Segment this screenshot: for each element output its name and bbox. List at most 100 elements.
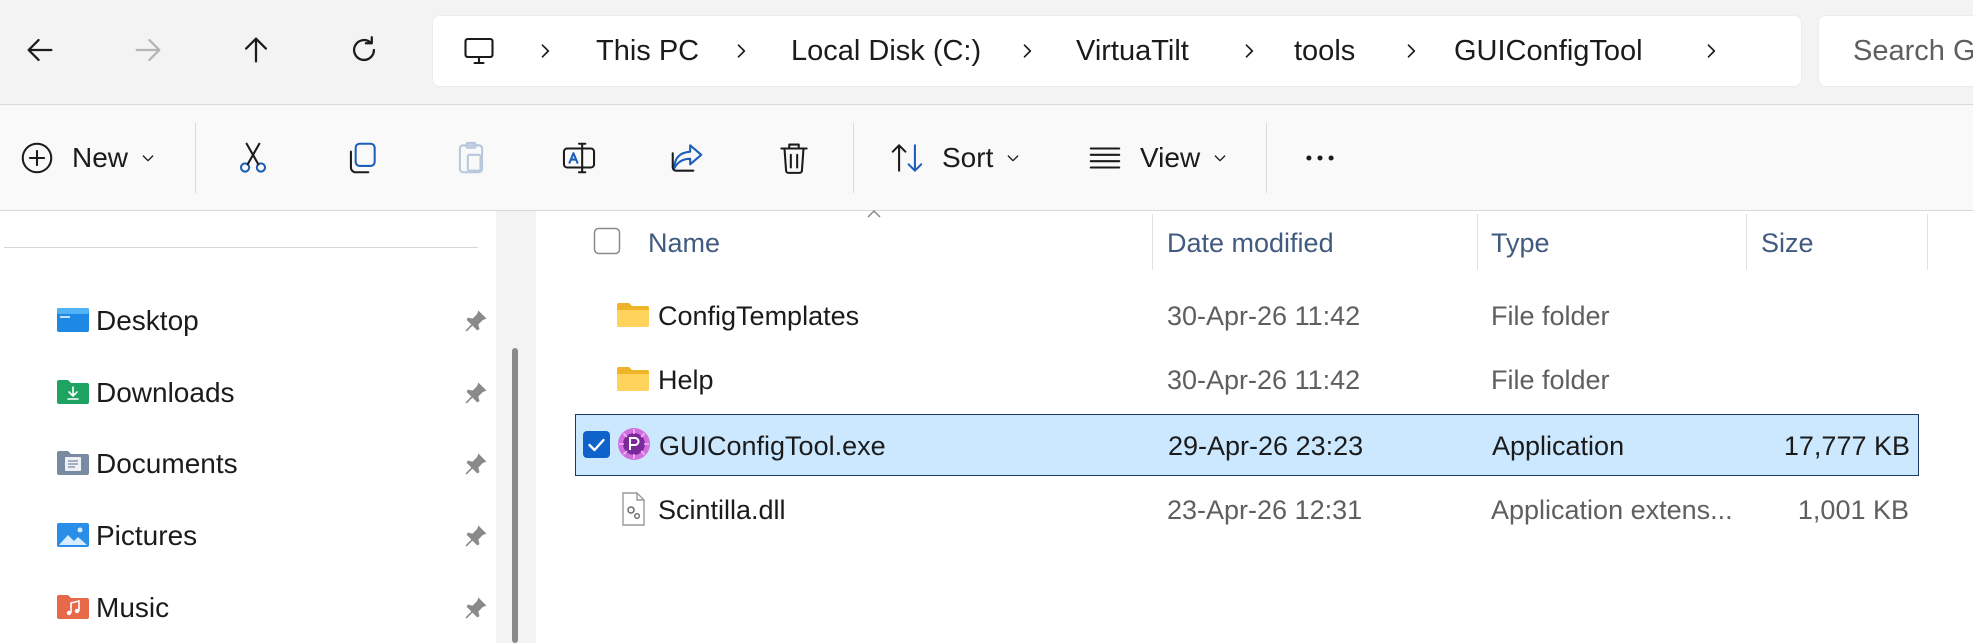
table-row[interactable]: ConfigTemplates 30-Apr-26 11:42 File fol… xyxy=(575,285,1919,347)
sidebar-item-desktop[interactable]: Desktop xyxy=(56,291,496,351)
sidebar-item-music[interactable]: Music xyxy=(56,578,496,638)
chevron-down-icon xyxy=(142,154,154,161)
chevron-right-icon[interactable] xyxy=(1701,16,1721,86)
pin-icon[interactable] xyxy=(462,522,490,550)
back-button[interactable] xyxy=(2,10,78,90)
file-type: Application xyxy=(1492,431,1625,461)
file-date-modified: 30-Apr-26 11:42 xyxy=(1167,365,1361,395)
plus-circle-icon xyxy=(21,142,53,173)
cut-button[interactable] xyxy=(234,105,272,210)
sort-label: Sort xyxy=(942,141,994,173)
pictures-folder-icon xyxy=(57,523,89,547)
breadcrumb-tools[interactable]: tools xyxy=(1294,16,1355,86)
file-size: 17,777 KB xyxy=(1783,431,1910,461)
column-separator[interactable] xyxy=(1477,214,1478,270)
breadcrumb-local-disk[interactable]: Local Disk (C:) xyxy=(791,16,981,86)
chevron-right-icon[interactable] xyxy=(731,16,751,86)
sort-button[interactable]: Sort xyxy=(888,105,1021,210)
command-bar: New Sort View xyxy=(0,105,1973,211)
more-dots-icon xyxy=(1306,154,1334,161)
column-separator[interactable] xyxy=(1152,214,1153,270)
file-date-modified: 30-Apr-26 11:42 xyxy=(1167,301,1361,331)
pin-icon[interactable] xyxy=(462,594,490,622)
folder-icon xyxy=(617,303,649,327)
table-row[interactable]: Help 30-Apr-26 11:42 File folder xyxy=(575,349,1919,411)
column-separator[interactable] xyxy=(1746,214,1747,270)
file-name: Help xyxy=(658,365,714,395)
forward-arrow-icon xyxy=(135,38,161,62)
file-type: File folder xyxy=(1491,301,1610,331)
new-button[interactable]: New xyxy=(18,105,156,210)
this-pc-computer-icon[interactable] xyxy=(461,16,497,86)
file-name: ConfigTemplates xyxy=(658,301,860,331)
breadcrumb-this-pc[interactable]: This PC xyxy=(596,16,699,86)
copy-button[interactable] xyxy=(343,105,381,210)
command-separator xyxy=(853,123,854,193)
chevron-right-icon[interactable] xyxy=(535,16,555,86)
table-row-selected[interactable]: GUIConfigTool.exe 29-Apr-26 23:23 Applic… xyxy=(575,414,1919,476)
chevron-down-icon xyxy=(1008,154,1019,161)
sidebar-item-pictures[interactable]: Pictures xyxy=(56,506,496,566)
documents-folder-icon xyxy=(57,451,89,475)
chevron-right-icon[interactable] xyxy=(1239,16,1259,86)
column-header-date-modified[interactable]: Date modified xyxy=(1167,211,1334,275)
breadcrumb-guiconfigtool[interactable]: GUIConfigTool xyxy=(1454,16,1643,86)
app-icon xyxy=(618,428,650,460)
refresh-button[interactable] xyxy=(326,10,402,90)
column-header-type[interactable]: Type xyxy=(1491,211,1550,275)
file-name: Scintilla.dll xyxy=(658,495,786,525)
select-all-checkbox[interactable] xyxy=(593,227,623,257)
sidebar-item-documents[interactable]: Documents xyxy=(56,434,496,494)
file-size: 1,001 KB xyxy=(1797,495,1909,525)
more-options-button[interactable] xyxy=(1301,105,1339,210)
sidebar-item-label: Desktop xyxy=(96,305,199,336)
column-separator[interactable] xyxy=(1927,214,1928,270)
view-label: View xyxy=(1140,141,1201,173)
file-date-modified: 23-Apr-26 12:31 xyxy=(1167,495,1363,525)
search-placeholder: Search G xyxy=(1853,35,1973,67)
chevron-right-icon[interactable] xyxy=(1401,16,1421,86)
file-date-modified: 29-Apr-26 23:23 xyxy=(1168,431,1364,461)
share-button[interactable] xyxy=(668,105,706,210)
scissors-icon xyxy=(239,142,267,173)
chevron-right-icon[interactable] xyxy=(1017,16,1037,86)
column-header-name[interactable]: Name xyxy=(648,211,720,275)
address-bar[interactable]: This PC Local Disk (C:) VirtuaTilt tools… xyxy=(432,15,1802,87)
breadcrumb-virtuatilt[interactable]: VirtuaTilt xyxy=(1076,16,1189,86)
sidebar-item-downloads[interactable]: Downloads xyxy=(56,363,496,423)
downloads-folder-icon xyxy=(57,380,89,404)
desktop-folder-icon xyxy=(57,308,89,332)
back-arrow-icon xyxy=(27,38,53,62)
file-type: File folder xyxy=(1491,365,1610,395)
sidebar-scrollbar-thumb[interactable] xyxy=(512,348,518,643)
view-button[interactable]: View xyxy=(1086,105,1228,210)
up-button[interactable] xyxy=(218,10,294,90)
command-separator xyxy=(195,123,196,193)
music-folder-icon xyxy=(57,595,89,619)
refresh-icon xyxy=(352,36,376,62)
search-input[interactable]: Search G xyxy=(1818,15,1973,87)
clipboard-icon xyxy=(458,141,484,173)
rename-button[interactable] xyxy=(560,105,598,210)
row-checkbox-checked[interactable] xyxy=(582,430,612,460)
paste-button[interactable] xyxy=(452,105,490,210)
folder-icon xyxy=(617,367,649,391)
pin-icon[interactable] xyxy=(462,450,490,478)
view-lines-icon xyxy=(1089,146,1121,169)
sidebar-divider xyxy=(4,247,478,248)
table-row[interactable]: Scintilla.dll 23-Apr-26 12:31 Applicatio… xyxy=(575,479,1919,541)
pin-icon[interactable] xyxy=(462,379,490,407)
copy-icon xyxy=(349,142,376,173)
forward-button[interactable] xyxy=(110,10,186,90)
sidebar-item-label: Documents xyxy=(96,448,238,479)
sort-arrows-icon xyxy=(891,143,923,172)
new-label: New xyxy=(72,141,129,173)
pin-icon[interactable] xyxy=(462,307,490,335)
trash-icon xyxy=(780,143,808,174)
column-header-size[interactable]: Size xyxy=(1761,211,1814,275)
file-name: GUIConfigTool.exe xyxy=(659,431,886,461)
dll-file-icon xyxy=(622,492,645,526)
share-icon xyxy=(671,143,703,172)
sidebar-item-label: Downloads xyxy=(96,377,235,408)
delete-button[interactable] xyxy=(775,105,813,210)
